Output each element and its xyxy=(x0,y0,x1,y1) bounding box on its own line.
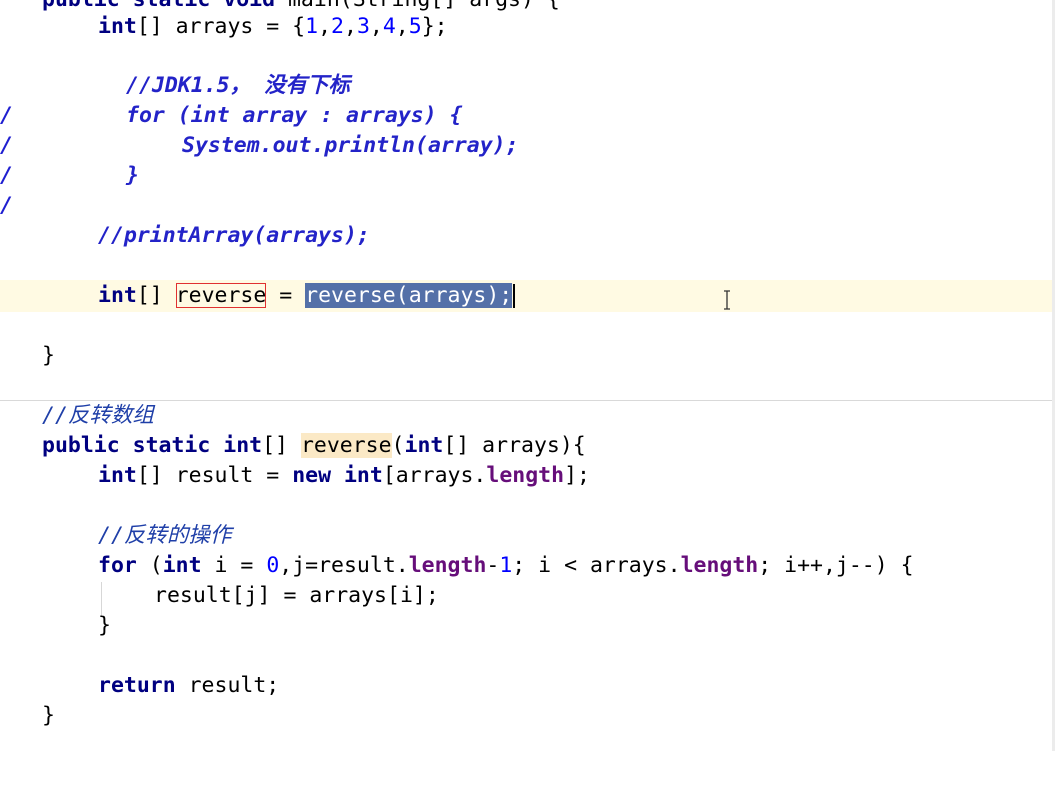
comment-gutter-marker: / xyxy=(0,193,13,218)
number-literal: 3 xyxy=(356,14,370,39)
line-comment: //JDK1.5， 没有下标 xyxy=(126,73,350,98)
commented-code: System.out.println(array); xyxy=(182,133,519,158)
number-literal: 4 xyxy=(382,14,396,39)
code-text: } xyxy=(42,343,55,368)
code-line-result-decl: int[] result = new int[arrays.length]; xyxy=(0,461,1055,491)
code-text: } xyxy=(42,703,55,728)
field-reference: length xyxy=(408,553,487,578)
code-line-reverse-signature: public static int[] reverse(int[] arrays… xyxy=(0,431,1055,461)
code-text: main(String[] args) { xyxy=(288,0,560,12)
commented-code: for (int array : arrays) { xyxy=(126,103,463,128)
code-line-arrays-decl: int[] arrays = {1,2,3,4,5}; xyxy=(0,12,1055,42)
keyword: int xyxy=(98,463,137,488)
code-text: , xyxy=(395,14,409,39)
number-literal: 0 xyxy=(266,553,280,578)
code-line-for-loop: for (int i = 0,j=result.length-1; i < ar… xyxy=(0,551,1055,581)
keyword: static xyxy=(132,433,211,458)
keyword: new xyxy=(292,463,332,488)
code-text: ; i++,j--) { xyxy=(758,553,914,578)
code-text: [] arrays){ xyxy=(443,433,586,458)
code-line-reverse-call: int[] reverse = reverse(arrays); xyxy=(0,281,1055,311)
text-caret xyxy=(513,284,516,308)
line-comment: //反转的操作 xyxy=(98,523,232,548)
code-line-commented: / } xyxy=(0,161,1055,218)
number-literal: 1 xyxy=(499,553,513,578)
code-text: } xyxy=(98,613,111,638)
code-text: [] xyxy=(136,283,176,308)
code-text: , xyxy=(343,14,357,39)
commented-code: } xyxy=(126,163,139,188)
code-line-comment: //反转的操作 xyxy=(0,521,1055,551)
code-line-close-brace: } xyxy=(0,701,1055,731)
keyword: return xyxy=(98,673,176,698)
code-line-comment: //printArray(arrays); xyxy=(0,221,1055,251)
keyword: static xyxy=(133,0,211,12)
code-line-close-brace: } xyxy=(0,341,1055,371)
code-text: result; xyxy=(175,673,280,698)
selected-text[interactable]: reverse(arrays); xyxy=(305,283,513,308)
keyword: int xyxy=(98,14,137,39)
keyword: void xyxy=(223,0,275,12)
code-text: }; xyxy=(421,14,448,39)
code-text: ; i < arrays. xyxy=(512,553,681,578)
code-line-commented: / //JDK1.5， 没有下标 xyxy=(0,71,1055,128)
line-comment: //反转数组 xyxy=(42,403,154,428)
code-text: ,j=result. xyxy=(279,553,409,578)
keyword: int xyxy=(98,283,137,308)
code-text: i = xyxy=(201,553,267,578)
code-line-comment: //反转数组 xyxy=(0,401,1055,431)
code-text: [arrays. xyxy=(382,463,487,488)
code-text: result[j] = arrays[i]; xyxy=(154,583,439,608)
code-line-commented: / System.out.println(array); xyxy=(0,131,1055,188)
code-text: [] result = xyxy=(136,463,293,488)
keyword: int xyxy=(223,433,263,458)
code-text: , xyxy=(369,14,383,39)
code-line-return: return result; xyxy=(0,671,1055,701)
code-line-assignment: result[j] = arrays[i]; xyxy=(0,581,1055,611)
number-literal: 2 xyxy=(331,14,344,39)
ibeam-cursor-icon xyxy=(724,290,730,310)
number-literal: 1 xyxy=(305,14,319,39)
code-line-commented: / for (int array : arrays) { xyxy=(0,101,1055,158)
number-literal: 5 xyxy=(408,14,422,39)
field-reference: length xyxy=(486,463,565,488)
line-comment: //printArray(arrays); xyxy=(98,223,370,248)
code-text: ( xyxy=(391,433,405,458)
code-text: - xyxy=(486,553,500,578)
code-text: = xyxy=(266,283,306,308)
code-text: ]; xyxy=(564,463,590,488)
code-text: ( xyxy=(136,553,163,578)
keyword: int xyxy=(404,433,444,458)
code-text: [] xyxy=(262,433,301,458)
field-reference: length xyxy=(680,553,759,578)
keyword: int xyxy=(343,463,383,488)
code-text: , xyxy=(318,14,332,39)
method-name-highlight[interactable]: reverse xyxy=(300,433,392,458)
keyword: public xyxy=(42,0,120,12)
code-line-close-brace: } xyxy=(0,611,1055,641)
keyword: int xyxy=(162,553,202,578)
introduce-variable-box[interactable]: reverse xyxy=(175,283,267,308)
keyword: for xyxy=(98,553,137,578)
code-text: [] arrays = { xyxy=(136,14,306,39)
keyword: public xyxy=(42,433,120,458)
